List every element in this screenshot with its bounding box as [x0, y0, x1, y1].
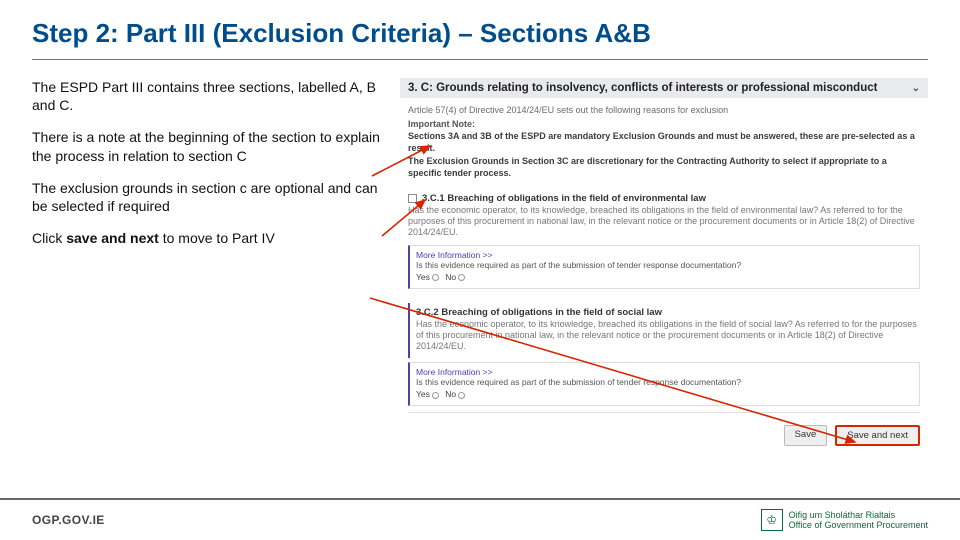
footer-logo-block: ♔ Oifig um Sholáthar Rialtais Office of …	[761, 509, 928, 531]
p4-bold: save and next	[66, 230, 159, 246]
panel-header-3c[interactable]: 3. C: Grounds relating to insolvency, co…	[400, 78, 928, 98]
more-info-link-3c1[interactable]: More Information >>	[416, 250, 913, 260]
slide-title: Step 2: Part III (Exclusion Criteria) – …	[32, 18, 928, 49]
radio-yes-3c1[interactable]	[432, 274, 439, 281]
evidence-box-3c1: More Information >> Is this evidence req…	[408, 245, 920, 289]
paragraph-2: There is a note at the beginning of the …	[32, 128, 392, 164]
button-row: Save Save and next	[400, 419, 928, 450]
save-button[interactable]: Save	[784, 425, 828, 446]
chevron-down-icon: ⌄	[912, 83, 920, 94]
panel-body: Article 57(4) of Directive 2014/24/EU se…	[400, 98, 928, 181]
slide-footer: OGP.GOV.IE ♔ Oifig um Sholáthar Rialtais…	[0, 498, 960, 540]
panel-header-title: 3. C: Grounds relating to insolvency, co…	[408, 82, 877, 94]
p4-post: to move to Part IV	[159, 230, 275, 246]
section-3c1-title: 3.C.1 Breaching of obligations in the fi…	[422, 193, 706, 204]
title-rule	[32, 59, 928, 60]
paragraph-1: The ESPD Part III contains three section…	[32, 78, 392, 114]
harp-icon: ♔	[761, 509, 783, 531]
evidence-question-3c2: Is this evidence required as part of the…	[416, 377, 913, 387]
note-line-1: Sections 3A and 3B of the ESPD are manda…	[408, 130, 920, 154]
radio-no-3c1[interactable]	[458, 274, 465, 281]
important-note-label: Important Note:	[408, 118, 920, 130]
p4-pre: Click	[32, 230, 66, 246]
section-3c2: 3.C.2 Breaching of obligations in the fi…	[408, 303, 928, 359]
radio-yes-3c2[interactable]	[432, 392, 439, 399]
embedded-screenshot: 3. C: Grounds relating to insolvency, co…	[400, 78, 928, 450]
section-3c1: 3.C.1 Breaching of obligations in the fi…	[400, 189, 928, 295]
section-3c1-desc: Has the economic operator, to its knowle…	[408, 205, 920, 239]
footer-english: Office of Government Procurement	[789, 520, 928, 530]
footer-irish: Oifig um Sholáthar Rialtais	[789, 510, 928, 520]
note-line-2: The Exclusion Grounds in Section 3C are …	[408, 155, 920, 179]
no-label-3c1: No	[445, 272, 456, 282]
yes-label-3c2: Yes	[416, 389, 430, 399]
footer-url: OGP.GOV.IE	[32, 513, 105, 527]
yes-label-3c1: Yes	[416, 272, 430, 282]
evidence-box-3c2: More Information >> Is this evidence req…	[408, 362, 920, 406]
no-label-3c2: No	[445, 389, 456, 399]
panel-intro: Article 57(4) of Directive 2014/24/EU se…	[408, 104, 920, 116]
divider	[408, 412, 920, 413]
more-info-link-3c2[interactable]: More Information >>	[416, 367, 913, 377]
section-3c2-title: 3.C.2 Breaching of obligations in the fi…	[416, 307, 662, 318]
checkbox-3c1[interactable]	[408, 194, 417, 203]
evidence-question-3c1: Is this evidence required as part of the…	[416, 260, 913, 270]
paragraph-3: The exclusion grounds in section c are o…	[32, 179, 392, 215]
text-column: The ESPD Part III contains three section…	[32, 78, 392, 261]
save-and-next-button[interactable]: Save and next	[835, 425, 920, 446]
radio-no-3c2[interactable]	[458, 392, 465, 399]
section-3c2-desc: Has the economic operator, to its knowle…	[416, 319, 920, 353]
paragraph-4: Click save and next to move to Part IV	[32, 229, 392, 247]
